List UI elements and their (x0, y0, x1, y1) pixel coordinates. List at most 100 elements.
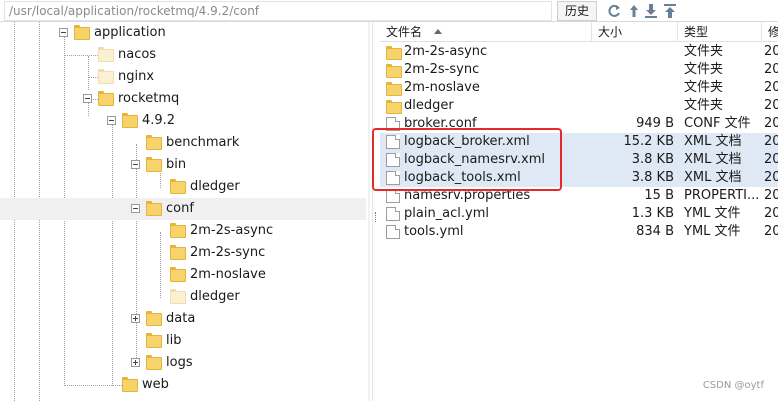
tree-item-nacos[interactable]: nacos (0, 44, 366, 66)
tree-item-conf[interactable]: conf (0, 198, 366, 220)
tree-item-label: 2m-2s-async (190, 223, 274, 238)
file-row[interactable]: tools.yml 834 B YML 文件 20 (380, 223, 778, 241)
file-size: 834 B (636, 224, 674, 239)
history-button[interactable]: 历史 (557, 1, 597, 21)
file-size: 1.3 KB (631, 206, 674, 221)
folder-icon (170, 223, 186, 238)
tree-item-label: nginx (118, 69, 155, 84)
file-size: 15.2 KB (623, 134, 674, 149)
file-size (594, 61, 674, 79)
tree-item-label: data (166, 311, 196, 326)
file-row[interactable]: 2m-noslave 文件夹 20 (380, 79, 778, 97)
file-modified: 20 (764, 206, 778, 221)
tree-item-logs[interactable]: logs (0, 352, 366, 374)
tree-item-label: bin (166, 157, 187, 172)
file-modified: 20 (764, 188, 778, 203)
collapse-toggle[interactable] (131, 204, 140, 213)
folder-icon (146, 135, 162, 150)
tree-item-conf-dledger[interactable]: dledger (0, 286, 366, 308)
file-modified: 20 (764, 170, 778, 185)
folder-icon (386, 99, 402, 114)
tree-item-2m-2s-sync[interactable]: 2m-2s-sync (0, 242, 366, 264)
tree-item-label: 4.9.2 (142, 113, 176, 128)
file-icon (386, 189, 400, 203)
file-row[interactable]: 2m-2s-async 文件夹 20 (380, 43, 778, 61)
tree-item-label: 2m-noslave (190, 267, 266, 282)
file-list-header: 文件名 大小 类型 修改 (380, 22, 778, 42)
file-type: YML 文件 (684, 224, 741, 239)
collapse-toggle[interactable] (107, 116, 116, 125)
file-type: PROPERTI... (684, 188, 760, 203)
tree-item-label: lib (166, 333, 182, 348)
file-size (594, 43, 674, 61)
tree-item-bin-dledger[interactable]: dledger (0, 176, 366, 198)
column-header-name[interactable]: 文件名 (380, 22, 592, 42)
expand-toggle[interactable] (131, 358, 140, 367)
file-type: 文件夹 (684, 62, 724, 77)
column-header-size[interactable]: 大小 (592, 22, 678, 42)
tree-item-4-9-2[interactable]: 4.9.2 (0, 110, 366, 132)
column-header-label: 类型 (684, 25, 709, 39)
tree-item-nginx[interactable]: nginx (0, 66, 366, 88)
upload-icon[interactable] (662, 2, 678, 20)
collapse-toggle[interactable] (59, 28, 68, 37)
directory-tree[interactable]: application nacos nginx rocketmq 4.9.2 b… (0, 22, 370, 401)
file-type: XML 文档 (684, 134, 742, 149)
file-size: 3.8 KB (631, 170, 674, 185)
tree-item-application[interactable]: application (0, 22, 366, 44)
expand-toggle[interactable] (131, 314, 140, 323)
file-size: 949 B (636, 116, 674, 131)
tree-item-data[interactable]: data (0, 308, 366, 330)
file-type: XML 文档 (684, 170, 742, 185)
file-name: plain_acl.yml (404, 206, 490, 221)
file-modified: 20 (764, 80, 778, 95)
folder-icon (146, 311, 162, 326)
tree-item-label: rocketmq (118, 91, 180, 106)
folder-icon (170, 267, 186, 282)
tree-item-2m-noslave[interactable]: 2m-noslave (0, 264, 366, 286)
collapse-toggle[interactable] (83, 94, 92, 103)
file-modified: 20 (764, 98, 778, 113)
tree-item-label: logs (166, 355, 193, 370)
sort-asc-icon (434, 29, 442, 34)
tree-item-label: benchmark (166, 135, 240, 150)
file-row[interactable]: plain_acl.yml 1.3 KB YML 文件 20 (380, 205, 778, 223)
file-list[interactable]: 文件名 大小 类型 修改 2m-2s-async 文件夹 20 2m-2s-sy… (380, 22, 778, 401)
tree-item-2m-2s-async[interactable]: 2m-2s-async (0, 220, 366, 242)
file-modified: 20 (764, 152, 778, 167)
download-icon[interactable] (643, 2, 659, 20)
splitter-grip[interactable] (375, 212, 377, 222)
collapse-toggle[interactable] (131, 160, 140, 169)
folder-icon (122, 113, 138, 128)
tree-item-label: web (142, 377, 169, 392)
refresh-icon[interactable] (606, 2, 622, 20)
file-modified: 20 (764, 44, 778, 59)
file-icon (386, 207, 400, 221)
file-name: tools.yml (404, 224, 464, 239)
tree-item-bin[interactable]: bin (0, 154, 366, 176)
file-row[interactable]: dledger 文件夹 20 (380, 97, 778, 115)
tree-item-web[interactable]: web (0, 374, 366, 396)
folder-icon (74, 25, 90, 40)
column-header-label: 修改 (768, 25, 778, 39)
file-name: 2m-noslave (404, 80, 480, 95)
tree-item-lib[interactable]: lib (0, 330, 366, 352)
column-header-modified[interactable]: 修改 (762, 22, 778, 42)
file-size (594, 79, 674, 97)
file-type: XML 文档 (684, 152, 742, 167)
tree-scrollbar[interactable] (366, 22, 370, 401)
tree-item-benchmark[interactable]: benchmark (0, 132, 366, 154)
file-row[interactable]: 2m-2s-sync 文件夹 20 (380, 61, 778, 79)
folder-icon (386, 45, 402, 60)
tree-item-rocketmq[interactable]: rocketmq (0, 88, 366, 110)
file-modified: 20 (764, 224, 778, 239)
file-type: YML 文件 (684, 206, 741, 221)
path-input[interactable]: /usr/local/application/rocketmq/4.9.2/co… (4, 1, 552, 21)
tree-item-label: application (94, 25, 166, 40)
column-header-type[interactable]: 类型 (678, 22, 762, 42)
file-type: 文件夹 (684, 98, 724, 113)
file-size: 15 B (644, 188, 674, 203)
folder-icon (146, 333, 162, 348)
pane-splitter[interactable] (372, 22, 378, 401)
up-arrow-icon[interactable] (626, 2, 642, 20)
